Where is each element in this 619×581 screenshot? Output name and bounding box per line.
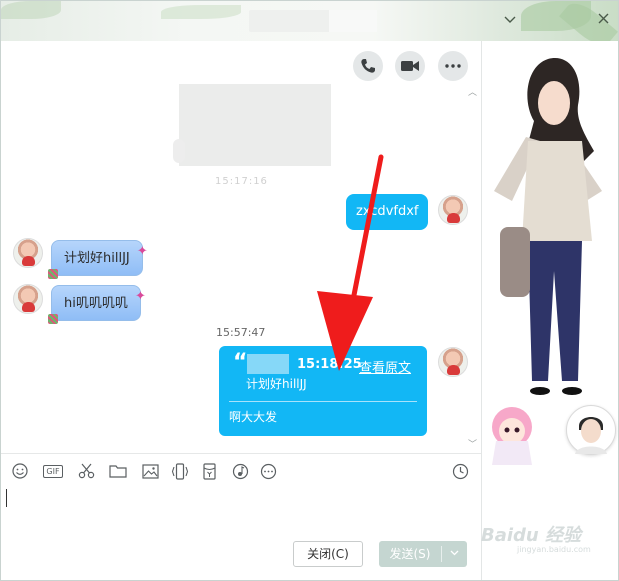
chevron-down-icon: [504, 16, 516, 23]
quote-divider: [229, 401, 417, 402]
scissors-icon: [78, 463, 94, 479]
sender-avatar[interactable]: [438, 347, 468, 377]
red-packet-button[interactable]: [201, 462, 217, 480]
close-window-button[interactable]: [592, 9, 614, 31]
quoted-text: 计划好hillJJ: [246, 377, 307, 391]
title-bar: [1, 1, 618, 52]
send-image-button[interactable]: [141, 462, 159, 480]
blurred-message-content: [179, 84, 331, 166]
my-avatar[interactable]: [566, 405, 616, 455]
send-button[interactable]: 发送(S): [379, 541, 467, 567]
sender-avatar[interactable]: [438, 195, 468, 225]
message-area[interactable]: ︿ ﹀ 15:17:16 zxcdvfdxf 计划好hillJJ ✦ hi叽叽叽…: [1, 41, 481, 453]
gif-button[interactable]: GIF: [41, 462, 65, 480]
more-options-button[interactable]: [438, 51, 468, 81]
message-input[interactable]: 关闭(C) 发送(S): [1, 487, 481, 580]
shake-button[interactable]: [171, 462, 189, 480]
send-button-label: 发送(S): [389, 547, 431, 561]
bubble-decoration-icon: ✦: [134, 289, 146, 304]
more-icon: [260, 463, 276, 479]
reply-text: 啊大大发: [229, 410, 278, 424]
bamboo-leaf-decoration: [161, 5, 241, 19]
incoming-message-bubble[interactable]: 计划好hillJJ ✦: [48, 240, 148, 279]
bamboo-leaf-decoration: [1, 1, 61, 19]
history-clock-icon: [452, 463, 468, 479]
blurred-quote-author: [247, 354, 289, 374]
close-icon: [598, 13, 608, 24]
blurred-avatar: [173, 139, 185, 163]
bubble-decoration-icon: ✦: [136, 244, 148, 259]
message-timestamp: 15:57:47: [216, 326, 266, 339]
contact-name-blurred: [249, 10, 377, 32]
outgoing-message-bubble[interactable]: zxcdvfdxf: [346, 194, 429, 230]
contact-avatar[interactable]: [13, 238, 43, 268]
folder-icon: [109, 465, 127, 478]
screenshot-button[interactable]: [77, 462, 95, 480]
smiley-icon: [12, 463, 28, 479]
input-toolbar: GIF: [1, 453, 481, 487]
chat-window: ︿ ﹀ 15:17:16 zxcdvfdxf 计划好hillJJ ✦ hi叽叽叽…: [0, 0, 619, 581]
pet-character-icon: [492, 407, 532, 465]
message-text: hi叽叽叽叽: [64, 296, 128, 311]
message-text: 计划好hillJJ: [64, 251, 130, 266]
phone-icon: [361, 59, 375, 73]
quote-mark-icon: “: [233, 350, 248, 375]
bubble-decoration-icon: [48, 314, 58, 324]
send-file-button[interactable]: [109, 462, 127, 480]
bubble-decoration-icon: [48, 269, 58, 279]
more-tools-button[interactable]: [259, 462, 277, 480]
incoming-message-bubble[interactable]: hi叽叽叽叽 ✦: [48, 285, 146, 324]
quote-time: 15:18:25: [297, 357, 362, 372]
video-call-button[interactable]: [395, 51, 425, 81]
music-button[interactable]: [231, 462, 249, 480]
contact-avatar[interactable]: [13, 284, 43, 314]
quoted-reply-bubble[interactable]: “ 15:18:25 查看原文 计划好hillJJ 啊大大发: [219, 346, 427, 436]
scroll-down-arrow[interactable]: ﹀: [468, 437, 477, 450]
image-icon: [141, 463, 159, 479]
message-history-button[interactable]: [451, 462, 469, 480]
more-dots-icon: [445, 64, 461, 68]
voice-call-button[interactable]: [353, 51, 383, 81]
avatar-show-figure: [494, 58, 602, 395]
shake-icon: [171, 462, 189, 480]
minimize-button[interactable]: [499, 9, 521, 31]
watermark-brand: Baidu 经验: [481, 525, 582, 546]
contact-show-panel: [481, 41, 618, 580]
watermark-sub: jingyan.baidu.com: [517, 545, 591, 554]
baidu-watermark: Baidu 经验 jingyan.baidu.com: [481, 521, 591, 554]
emoji-button[interactable]: [11, 462, 29, 480]
scroll-up-arrow[interactable]: ︿: [468, 85, 477, 98]
chevron-down-icon: [450, 550, 459, 556]
view-original-link[interactable]: 查看原文: [359, 357, 411, 376]
message-text: zxcdvfdxf: [356, 204, 419, 219]
close-button[interactable]: 关闭(C): [293, 541, 363, 567]
gif-icon: GIF: [43, 464, 63, 478]
music-icon: [232, 463, 248, 479]
red-packet-icon: [202, 462, 216, 480]
video-camera-icon: [401, 61, 419, 71]
avatar-portrait-icon: [575, 417, 607, 454]
faint-timestamp: 15:17:16: [215, 176, 268, 187]
text-caret: [6, 489, 7, 507]
send-options-dropdown[interactable]: [442, 541, 467, 567]
